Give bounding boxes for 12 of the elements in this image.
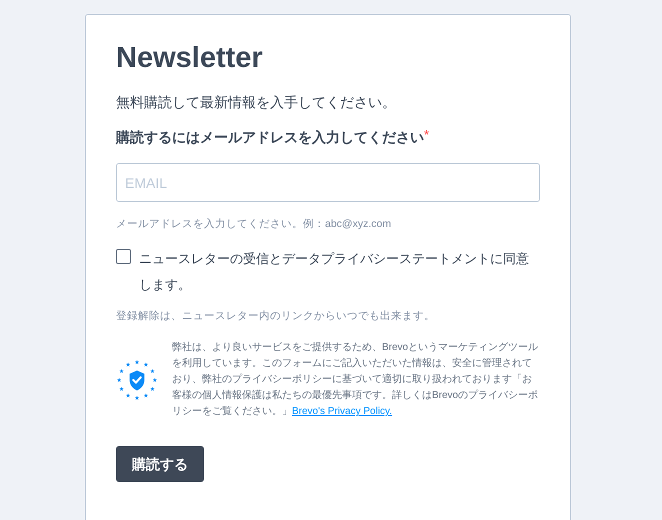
- unsubscribe-note: 登録解除は、ニュースレター内のリンクからいつでも出来ます。: [116, 309, 436, 324]
- shield-check-icon: [116, 359, 158, 401]
- email-field[interactable]: EMAIL: [116, 163, 540, 202]
- privacy-notice: 弊社は、より良いサービスをご提供するため、Brevoというマーケティングツールを利用しています。このフォームにご記入いただいた情報は、安全に管理されており、弊社のプライバシーポリシーに基づいて適切に取り扱われております「お客様の個人情報保護は私たちの最優先事項です。詳しくはBrevoのプライバシーポリシーをご覧ください。」Brevo's Privacy Policy.: [172, 340, 540, 419]
- email-help-text: メールアドレスを入力してください。例：abc@xyz.com: [116, 217, 392, 232]
- subscribe-button[interactable]: 購読する: [116, 446, 204, 482]
- consent-label: ニュースレターの受信とデータプライバシーステートメントに同意します。: [139, 250, 530, 294]
- form-title: Newsletter: [116, 41, 264, 76]
- required-mark: *: [424, 127, 430, 143]
- email-label: 購読するにはメールアドレスを入力してください: [116, 128, 424, 147]
- subtitle: 無料購読して最新情報を入手してください。: [116, 93, 397, 112]
- consent-checkbox[interactable]: [116, 249, 131, 264]
